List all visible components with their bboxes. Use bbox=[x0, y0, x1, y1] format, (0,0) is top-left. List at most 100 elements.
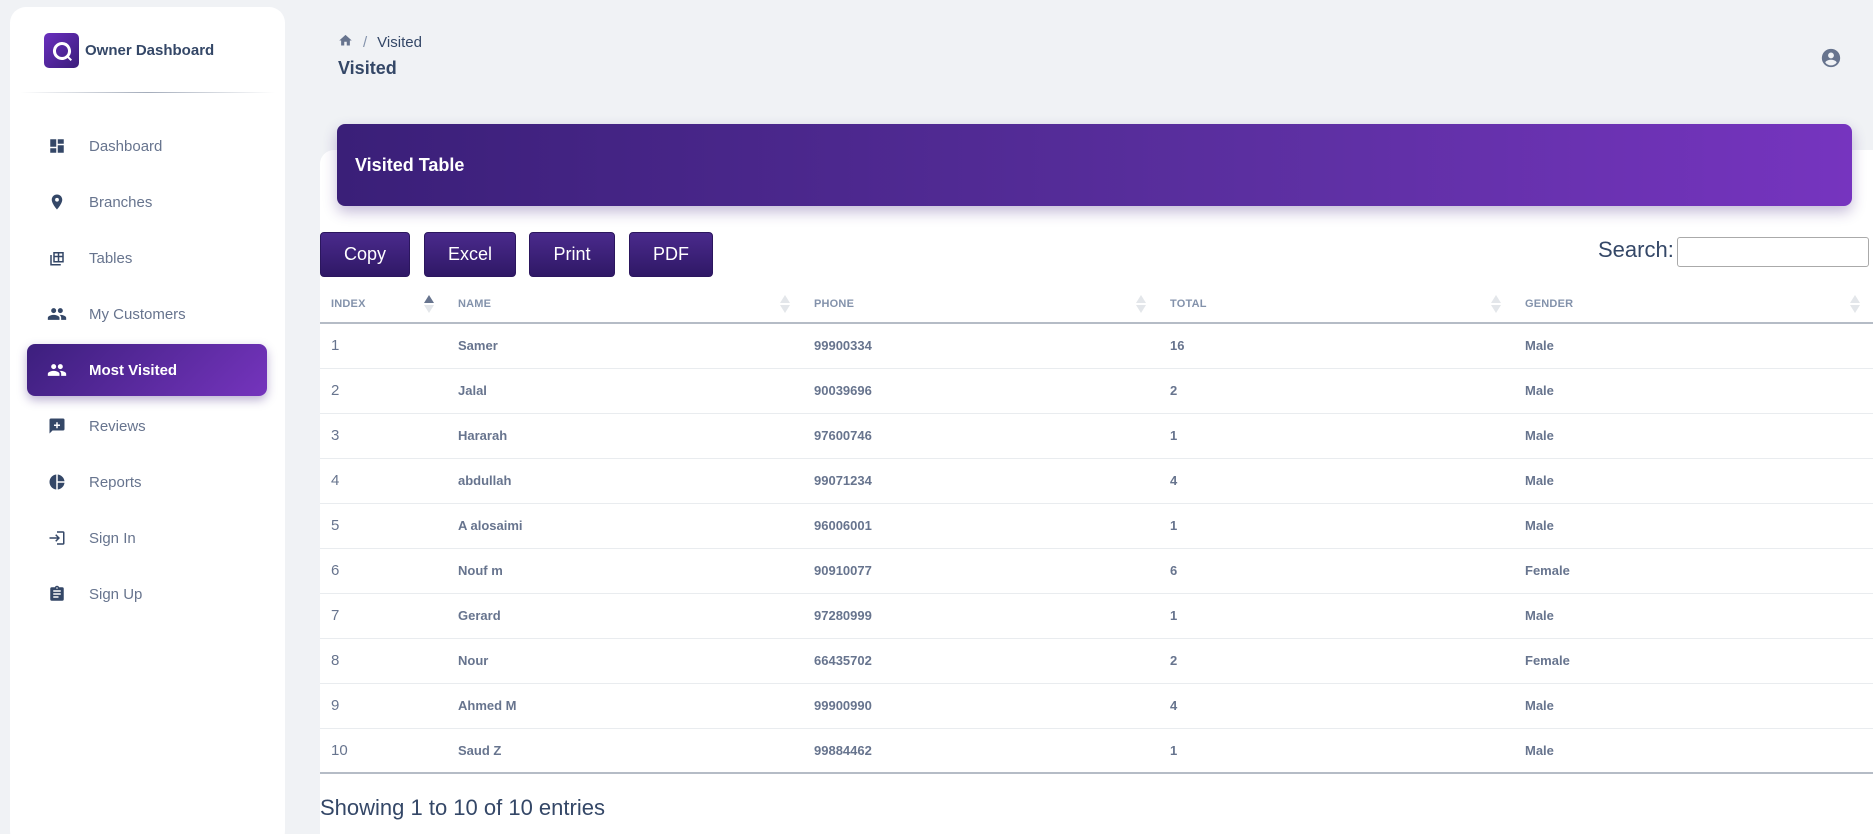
card-title: Visited Table bbox=[355, 154, 465, 175]
review-icon bbox=[45, 414, 69, 438]
cell-index: 9 bbox=[320, 683, 447, 729]
cell-phone: 99071234 bbox=[803, 458, 1159, 504]
cell-name: A alosaimi bbox=[447, 503, 803, 549]
sort-icon bbox=[1491, 295, 1501, 313]
column-header-gender[interactable]: GENDER bbox=[1514, 286, 1873, 324]
cell-phone: 97600746 bbox=[803, 413, 1159, 459]
cell-total: 2 bbox=[1159, 638, 1514, 684]
pie-chart-icon bbox=[45, 470, 69, 494]
cell-gender: Male bbox=[1514, 503, 1873, 549]
sidebar-item-dashboard[interactable]: Dashboard bbox=[27, 120, 267, 172]
sidebar-item-reviews[interactable]: Reviews bbox=[27, 400, 267, 452]
column-header-label: GENDER bbox=[1525, 298, 1574, 310]
dashboard-icon bbox=[45, 134, 69, 158]
cell-name: Hararah bbox=[447, 413, 803, 459]
column-header-label: TOTAL bbox=[1170, 298, 1207, 310]
sidebar-item-most-visited[interactable]: Most Visited bbox=[27, 344, 267, 396]
table-row: 5A alosaimi 96006001 1 Male bbox=[320, 503, 1873, 549]
excel-button[interactable]: Excel bbox=[424, 232, 516, 277]
cell-index: 6 bbox=[320, 548, 447, 594]
sidebar-item-my-customers[interactable]: My Customers bbox=[27, 288, 267, 340]
sidebar-item-sign-up[interactable]: Sign Up bbox=[27, 568, 267, 620]
cell-total: 1 bbox=[1159, 503, 1514, 549]
cell-total: 1 bbox=[1159, 593, 1514, 639]
cell-name: Samer bbox=[447, 323, 803, 369]
table-header-row: INDEX NAME PHONE TOTAL GENDER bbox=[320, 286, 1873, 324]
page-title: Visited bbox=[338, 58, 397, 78]
cell-name: Ahmed M bbox=[447, 683, 803, 729]
location-pin-icon bbox=[45, 190, 69, 214]
cell-name: Nour bbox=[447, 638, 803, 684]
cell-name: Saud Z bbox=[447, 728, 803, 774]
cell-gender: Male bbox=[1514, 728, 1873, 774]
cell-index: 8 bbox=[320, 638, 447, 684]
cell-name: Jalal bbox=[447, 368, 803, 414]
cell-total: 1 bbox=[1159, 413, 1514, 459]
column-header-phone[interactable]: PHONE bbox=[803, 286, 1159, 324]
sidebar-item-label: Sign Up bbox=[89, 585, 143, 603]
sidebar-item-label: Reviews bbox=[89, 417, 146, 435]
column-header-label: PHONE bbox=[814, 298, 855, 310]
table-row: 3 Hararah 97600746 1 Male bbox=[320, 413, 1873, 459]
sidebar-item-label: Most Visited bbox=[89, 361, 178, 379]
table-row: 10 Saud Z 99884462 1 Male bbox=[320, 728, 1873, 774]
cell-gender: Female bbox=[1514, 548, 1873, 594]
cell-index: 7 bbox=[320, 593, 447, 639]
cell-total: 6 bbox=[1159, 548, 1514, 594]
cell-index: 10 bbox=[320, 728, 447, 774]
table-row: 8 Nour 66435702 2 Female bbox=[320, 638, 1873, 684]
cell-index: 3 bbox=[320, 413, 447, 459]
column-header-index[interactable]: INDEX bbox=[320, 286, 447, 324]
sidebar-item-sign-in[interactable]: Sign In bbox=[27, 512, 267, 564]
cell-name: Gerard bbox=[447, 593, 803, 639]
card-header: Visited Table bbox=[337, 124, 1852, 206]
print-button[interactable]: Print bbox=[529, 232, 615, 277]
table-row: 1 Samer 99900334 16 Male bbox=[320, 323, 1873, 369]
sort-icon bbox=[780, 295, 790, 313]
sort-icon bbox=[1850, 295, 1860, 313]
login-icon bbox=[45, 526, 69, 550]
sidebar-nav: Dashboard Branches Tables My Customers M… bbox=[27, 120, 267, 624]
cell-index: 2 bbox=[320, 368, 447, 414]
cell-phone: 96006001 bbox=[803, 503, 1159, 549]
sidebar-item-tables[interactable]: Tables bbox=[27, 232, 267, 284]
brand-logo-icon bbox=[44, 33, 79, 68]
cell-total: 4 bbox=[1159, 683, 1514, 729]
cell-gender: Male bbox=[1514, 458, 1873, 504]
table-info: Showing 1 to 10 of 10 entries bbox=[320, 795, 605, 820]
breadcrumb-current: Visited bbox=[377, 34, 422, 51]
brand-name: Owner Dashboard bbox=[85, 42, 215, 59]
cell-phone: 99900990 bbox=[803, 683, 1159, 729]
cell-phone: 99884462 bbox=[803, 728, 1159, 774]
cell-phone: 90039696 bbox=[803, 368, 1159, 414]
table-icon bbox=[45, 246, 69, 270]
cell-phone: 99900334 bbox=[803, 323, 1159, 369]
table-row: 7 Gerard 97280999 1 Male bbox=[320, 593, 1873, 639]
people-icon bbox=[45, 302, 69, 326]
sort-icon bbox=[1136, 295, 1146, 313]
cell-name: abdullah bbox=[447, 458, 803, 504]
clipboard-icon bbox=[45, 582, 69, 606]
sidebar-item-label: Sign In bbox=[89, 529, 136, 547]
brand[interactable]: Owner Dashboard bbox=[44, 33, 214, 68]
pdf-button[interactable]: PDF bbox=[629, 232, 713, 277]
sidebar-item-reports[interactable]: Reports bbox=[27, 456, 267, 508]
sidebar-item-label: Tables bbox=[89, 249, 133, 267]
search-input[interactable] bbox=[1677, 237, 1869, 267]
cell-gender: Male bbox=[1514, 323, 1873, 369]
cell-index: 1 bbox=[320, 323, 447, 369]
sidebar-item-label: Reports bbox=[89, 473, 142, 491]
column-header-total[interactable]: TOTAL bbox=[1159, 286, 1514, 324]
home-icon[interactable] bbox=[338, 33, 353, 52]
user-account-icon[interactable] bbox=[1820, 47, 1842, 69]
people-icon bbox=[45, 358, 69, 382]
sidebar-item-label: Dashboard bbox=[89, 137, 163, 155]
sidebar-item-branches[interactable]: Branches bbox=[27, 176, 267, 228]
cell-total: 1 bbox=[1159, 728, 1514, 774]
breadcrumb: / Visited bbox=[338, 33, 422, 52]
column-header-name[interactable]: NAME bbox=[447, 286, 803, 324]
cell-gender: Female bbox=[1514, 638, 1873, 684]
sidebar: Owner Dashboard Dashboard Branches Table… bbox=[10, 7, 285, 834]
cell-gender: Male bbox=[1514, 368, 1873, 414]
copy-button[interactable]: Copy bbox=[320, 232, 410, 277]
